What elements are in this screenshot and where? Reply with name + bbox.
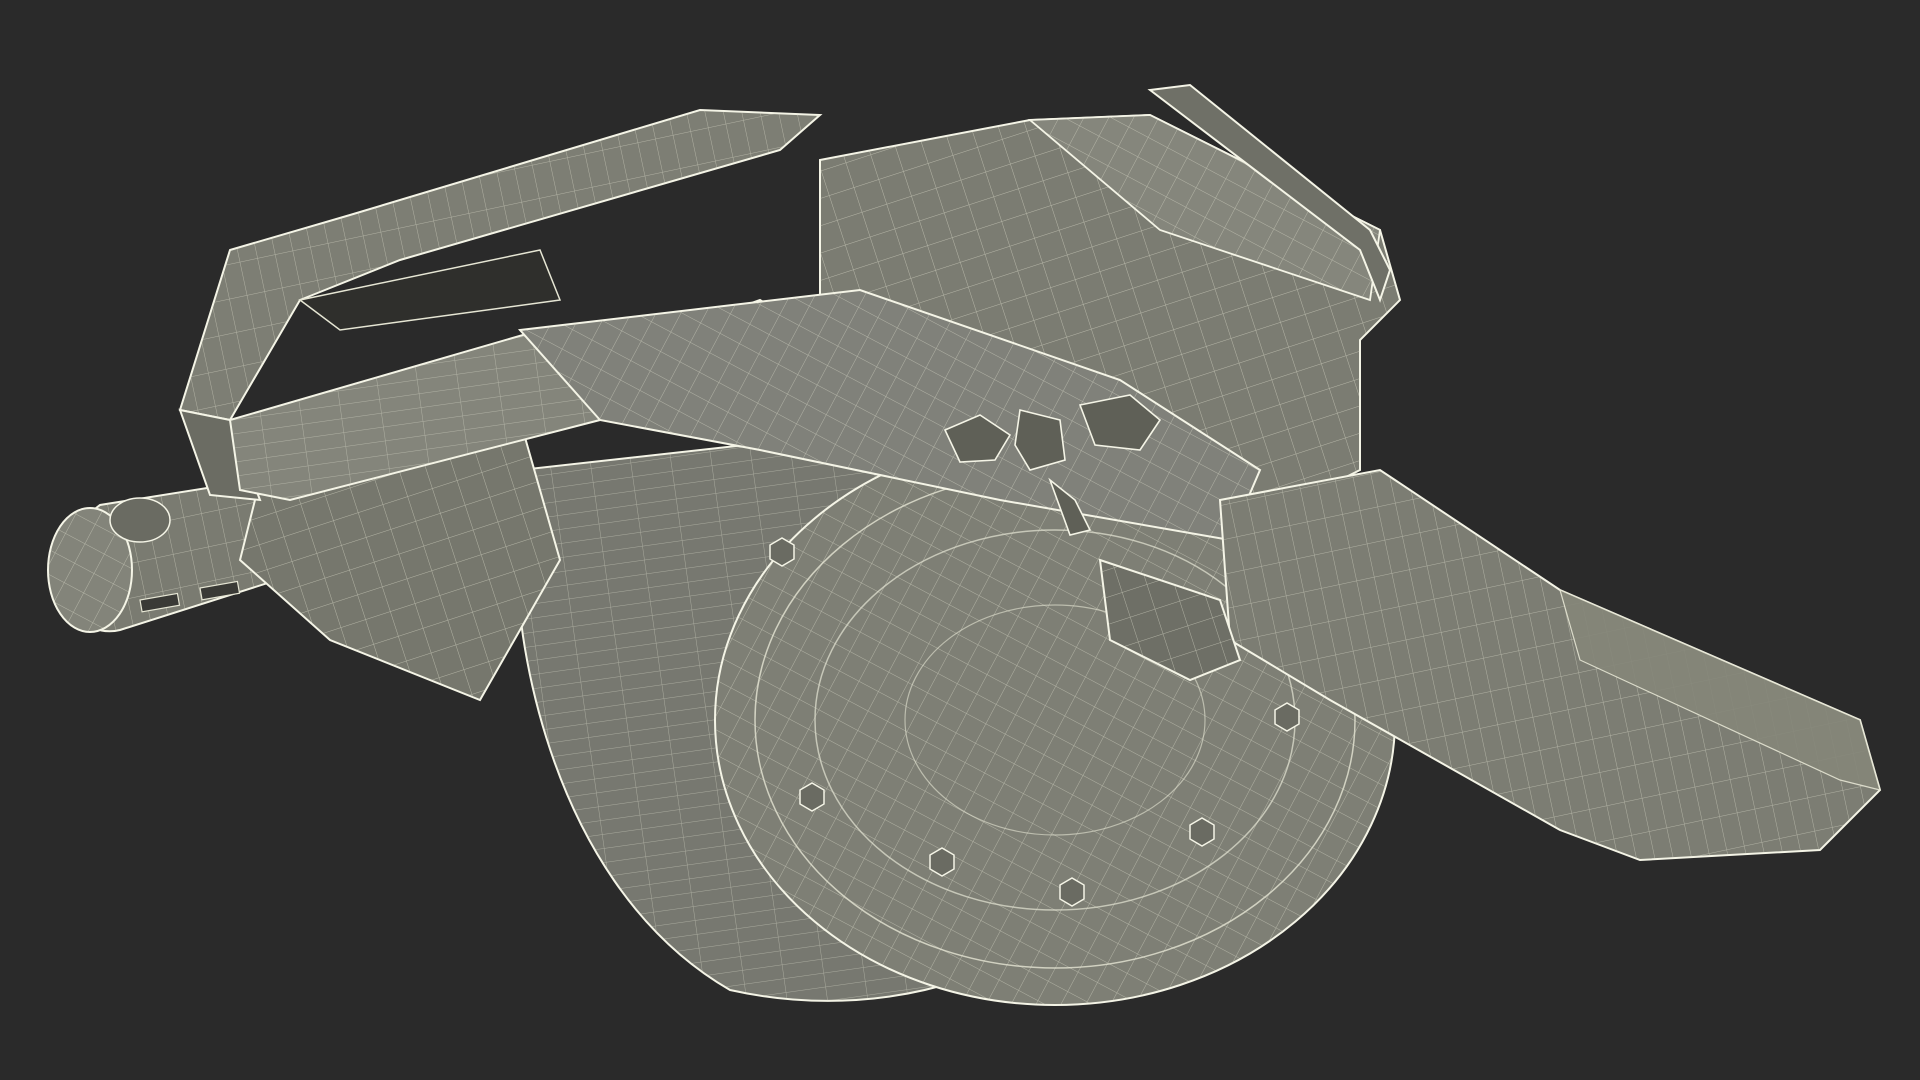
render-viewport (0, 0, 1920, 1080)
wireframe-scene (47, 83, 1882, 1006)
